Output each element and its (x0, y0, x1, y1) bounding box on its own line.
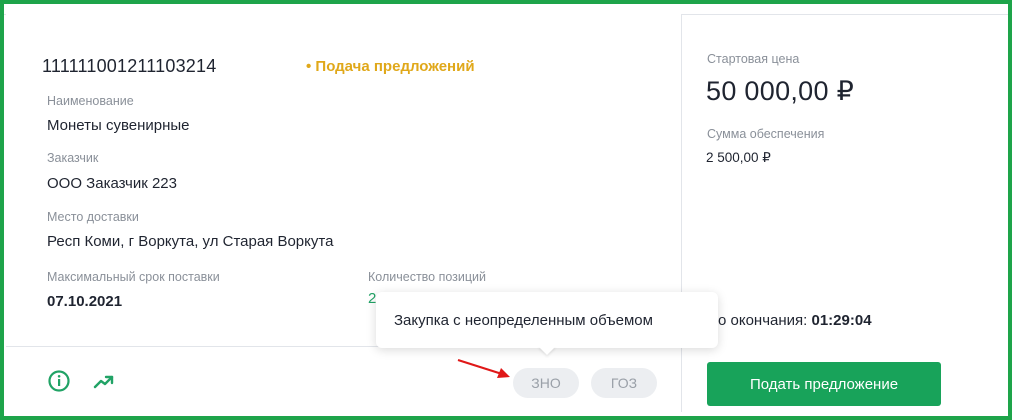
max-term-value: 07.10.2021 (47, 293, 123, 310)
trending-up-icon[interactable] (92, 372, 116, 392)
delivery-label: Место доставки (47, 210, 139, 224)
positions-label: Количество позиций (368, 270, 487, 284)
red-arrow-icon (457, 358, 510, 378)
info-circle-icon[interactable] (48, 370, 70, 392)
deposit-value: 2 500,00 ₽ (706, 150, 771, 165)
max-term-label: Максимальный срок поставки (47, 270, 220, 284)
tag-goz[interactable]: ГОЗ (591, 368, 657, 398)
customer-label: Заказчик (47, 151, 99, 165)
start-price-value: 50 000,00 ₽ (706, 76, 855, 106)
countdown-label: о окончания: (718, 312, 812, 329)
name-value: Монеты сувенирные (47, 117, 190, 134)
customer-value[interactable]: ООО Заказчик 223 (47, 175, 177, 192)
countdown-value: 01:29:04 (811, 312, 872, 329)
name-label: Наименование (47, 94, 134, 108)
procurement-number[interactable]: 111111001211103214 (42, 56, 216, 77)
delivery-value: Респ Коми, г Воркута, ул Старая Воркута (47, 233, 334, 250)
tag-zno[interactable]: ЗНО (513, 368, 579, 398)
deposit-label: Сумма обеспечения (707, 127, 825, 141)
tooltip-tail (538, 346, 556, 355)
tooltip: Закупка с неопределенным объемом (376, 292, 718, 348)
vertical-divider (681, 14, 682, 412)
countdown: о окончания: 01:29:04 (718, 312, 872, 329)
start-price-label: Стартовая цена (707, 52, 800, 66)
status-badge: • Подача предложений (306, 58, 475, 75)
submit-offer-button[interactable]: Подать предложение (707, 362, 941, 406)
